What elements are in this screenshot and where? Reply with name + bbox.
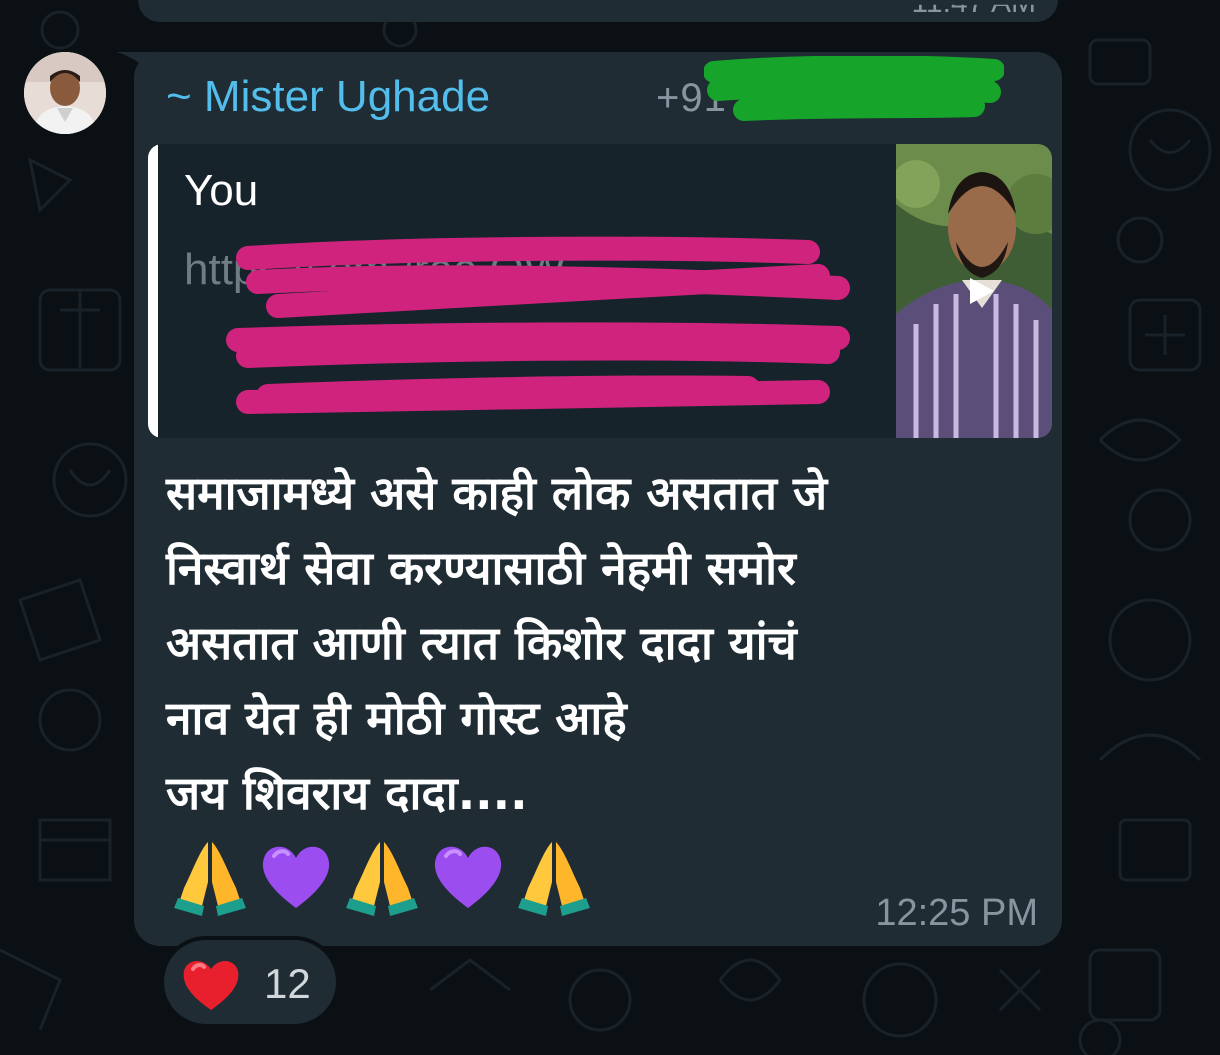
reaction-count: 12 — [264, 960, 311, 1007]
previous-message-bubble[interactable]: 11:47 AM — [138, 0, 1058, 22]
folded-hands-icon — [346, 842, 418, 916]
quote-accent-bar — [148, 144, 158, 438]
phone-redaction-scribble — [704, 56, 1004, 121]
previous-message-time: 11:47 AM — [911, 0, 1036, 19]
message-text: समाजामध्ये असे काही लोक असतात जे निस्वार… — [166, 466, 828, 820]
red-heart-icon — [183, 960, 239, 1010]
folded-hands-icon — [174, 842, 246, 916]
thumbnail-image — [896, 144, 1052, 438]
emoji-row — [170, 836, 594, 916]
reaction-pill[interactable]: 12 — [160, 936, 340, 1028]
quote-author: You — [184, 166, 259, 215]
quote-video-thumbnail[interactable] — [896, 144, 1052, 438]
avatar-photo — [24, 52, 106, 134]
sender-avatar[interactable] — [24, 52, 106, 134]
purple-heart-icon — [262, 846, 330, 908]
folded-hands-icon — [518, 842, 590, 916]
link-redaction-scribble — [226, 236, 850, 414]
message-timestamp: 12:25 PM — [875, 892, 1038, 934]
purple-heart-icon — [434, 846, 502, 908]
quoted-message[interactable]: You https:// om /ree OW — [148, 144, 1052, 438]
sender-name[interactable]: ~ Mister Ughade — [166, 72, 490, 122]
